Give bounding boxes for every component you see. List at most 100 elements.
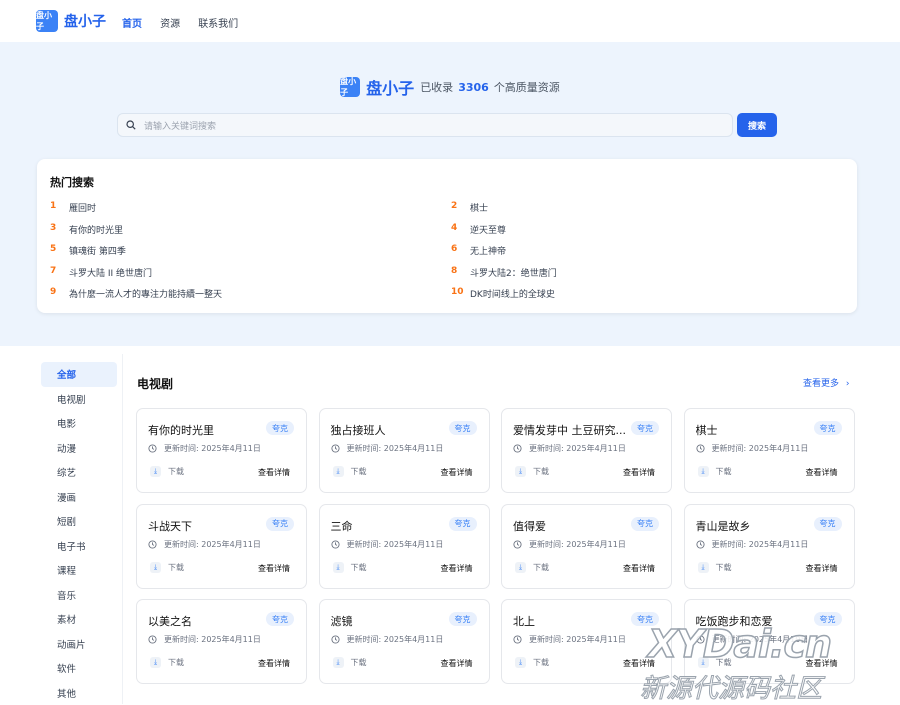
- download-button[interactable]: ⤓下载: [333, 562, 367, 573]
- view-detail-button[interactable]: 查看详情: [258, 467, 290, 478]
- resource-card[interactable]: 爱情发芽中 土豆研究...夸克更新时间: 2025年4月11日⤓下载查看详情: [501, 408, 672, 493]
- source-badge: 夸克: [631, 612, 659, 626]
- hot-search-item[interactable]: 10DK时间线上的全球史: [451, 287, 555, 300]
- source-badge: 夸克: [266, 421, 294, 435]
- hot-search-item[interactable]: 8斗罗大陆2：绝世唐门: [451, 266, 557, 279]
- sidebar-item[interactable]: 短剧: [41, 509, 117, 534]
- view-detail-button[interactable]: 查看详情: [258, 658, 290, 669]
- download-button[interactable]: ⤓下载: [515, 657, 549, 668]
- card-title[interactable]: 北上: [513, 613, 633, 629]
- sidebar-item[interactable]: 其他: [41, 681, 117, 705]
- sidebar-item[interactable]: 动画片: [41, 632, 117, 657]
- sidebar-item[interactable]: 电子书: [41, 534, 117, 559]
- card-title[interactable]: 棋士: [696, 422, 816, 438]
- view-detail-button[interactable]: 查看详情: [623, 563, 655, 574]
- sidebar-item[interactable]: 电视剧: [41, 387, 117, 412]
- clock-icon: [148, 635, 157, 644]
- card-title[interactable]: 吃饭跑步和恋爱: [696, 613, 816, 629]
- view-detail-button[interactable]: 查看详情: [806, 467, 838, 478]
- hot-text: 斗罗大陆 II 绝世唐门: [69, 266, 152, 279]
- card-title[interactable]: 以美之名: [148, 613, 268, 629]
- download-button[interactable]: ⤓下载: [333, 466, 367, 477]
- update-time: 更新时间: 2025年4月11日: [331, 443, 444, 454]
- resource-card[interactable]: 吃饭跑步和恋爱夸克更新时间: 2025年4月10日⤓下载查看详情: [684, 599, 855, 684]
- hot-search-item[interactable]: 6无上神帝: [451, 244, 506, 257]
- card-title[interactable]: 值得爱: [513, 518, 633, 534]
- download-icon: ⤓: [515, 657, 526, 668]
- download-button[interactable]: ⤓下载: [698, 562, 732, 573]
- hot-search-item[interactable]: 2棋士: [451, 201, 488, 214]
- download-button[interactable]: ⤓下载: [698, 466, 732, 477]
- resource-card[interactable]: 有你的时光里夸克更新时间: 2025年4月11日 ⤓下载 查看详情: [136, 408, 307, 493]
- view-detail-button[interactable]: 查看详情: [258, 563, 290, 574]
- sidebar-item[interactable]: 电影: [41, 411, 117, 436]
- hot-search-item[interactable]: 1雁回时: [50, 201, 96, 214]
- nav-home[interactable]: 首页: [122, 19, 142, 30]
- download-button[interactable]: ⤓下载: [333, 657, 367, 668]
- logo-icon[interactable]: 盘小子: [36, 10, 58, 32]
- card-title[interactable]: 有你的时光里: [148, 422, 268, 438]
- view-detail-button[interactable]: 查看详情: [806, 563, 838, 574]
- hot-search-item[interactable]: 7斗罗大陆 II 绝世唐门: [50, 266, 152, 279]
- download-button[interactable]: ⤓下载: [150, 657, 184, 668]
- view-detail-button[interactable]: 查看详情: [623, 467, 655, 478]
- update-time: 更新时间: 2025年4月11日: [148, 539, 261, 550]
- hot-text: 斗罗大陆2：绝世唐门: [470, 266, 557, 279]
- sidebar-item[interactable]: 音乐: [41, 583, 117, 608]
- sidebar-item[interactable]: 综艺: [41, 460, 117, 485]
- card-title[interactable]: 爱情发芽中 土豆研究...: [513, 422, 633, 438]
- resource-card[interactable]: 北上夸克更新时间: 2025年4月11日⤓下载查看详情: [501, 599, 672, 684]
- card-title[interactable]: 三命: [331, 518, 451, 534]
- clock-icon: [696, 444, 705, 453]
- resource-card[interactable]: 独占接班人夸克更新时间: 2025年4月11日⤓下载查看详情: [319, 408, 490, 493]
- resource-card[interactable]: 棋士夸克更新时间: 2025年4月11日⤓下载查看详情: [684, 408, 855, 493]
- sidebar-item[interactable]: 漫画: [41, 485, 117, 510]
- resource-card[interactable]: 值得爱夸克更新时间: 2025年4月11日⤓下载查看详情: [501, 504, 672, 589]
- view-detail-button[interactable]: 查看详情: [806, 658, 838, 669]
- card-title[interactable]: 斗战天下: [148, 518, 268, 534]
- download-button[interactable]: ⤓下载: [515, 466, 549, 477]
- source-badge: 夸克: [814, 421, 842, 435]
- download-icon: ⤓: [698, 657, 709, 668]
- resource-card[interactable]: 三命夸克更新时间: 2025年4月11日⤓下载查看详情: [319, 504, 490, 589]
- search-input[interactable]: 请输入关键词搜索: [117, 113, 733, 137]
- sidebar-item[interactable]: 课程: [41, 558, 117, 583]
- view-detail-button[interactable]: 查看详情: [441, 563, 473, 574]
- update-time-text: 更新时间: 2025年4月11日: [164, 443, 261, 454]
- download-button[interactable]: ⤓下载: [515, 562, 549, 573]
- clock-icon: [696, 635, 705, 644]
- download-button[interactable]: ⤓下载: [150, 466, 184, 477]
- nav-contact[interactable]: 联系我们: [198, 19, 238, 30]
- sidebar-item[interactable]: 动漫: [41, 436, 117, 461]
- resource-card[interactable]: 斗战天下夸克更新时间: 2025年4月11日⤓下载查看详情: [136, 504, 307, 589]
- card-title[interactable]: 青山是故乡: [696, 518, 816, 534]
- resource-card[interactable]: 以美之名夸克更新时间: 2025年4月11日⤓下载查看详情: [136, 599, 307, 684]
- sidebar-item[interactable]: 素材: [41, 607, 117, 632]
- card-title[interactable]: 滤镜: [331, 613, 451, 629]
- download-button[interactable]: ⤓下载: [150, 562, 184, 573]
- view-detail-button[interactable]: 查看详情: [441, 658, 473, 669]
- view-more-link[interactable]: 查看更多 ›: [803, 376, 850, 389]
- update-time-text: 更新时间: 2025年4月11日: [347, 539, 444, 550]
- hot-rank: 2: [451, 201, 470, 214]
- view-detail-button[interactable]: 查看详情: [623, 658, 655, 669]
- resource-card[interactable]: 滤镜夸克更新时间: 2025年4月11日⤓下载查看详情: [319, 599, 490, 684]
- search-placeholder: 请输入关键词搜索: [144, 119, 216, 132]
- sidebar-item[interactable]: 软件: [41, 656, 117, 681]
- nav-resources[interactable]: 资源: [160, 19, 180, 30]
- hot-search-item[interactable]: 4逆天至尊: [451, 223, 506, 236]
- hot-search-item[interactable]: 5镇魂街 第四季: [50, 244, 126, 257]
- card-title[interactable]: 独占接班人: [331, 422, 451, 438]
- brand-name[interactable]: 盘小子: [64, 11, 106, 31]
- view-detail-button[interactable]: 查看详情: [441, 467, 473, 478]
- resource-count: 3306: [458, 81, 489, 94]
- download-button[interactable]: ⤓下载: [698, 657, 732, 668]
- hot-search-item[interactable]: 3有你的时光里: [50, 223, 123, 236]
- update-time: 更新时间: 2025年4月11日: [513, 539, 626, 550]
- sidebar-item[interactable]: 全部: [41, 362, 117, 387]
- hot-search-item[interactable]: 9為什麼一流人才的專注力能持續一整天: [50, 287, 222, 300]
- search-button[interactable]: 搜索: [737, 113, 777, 137]
- clock-icon: [513, 444, 522, 453]
- hero-suffix: 个高质量资源: [494, 79, 560, 95]
- resource-card[interactable]: 青山是故乡夸克更新时间: 2025年4月11日⤓下载查看详情: [684, 504, 855, 589]
